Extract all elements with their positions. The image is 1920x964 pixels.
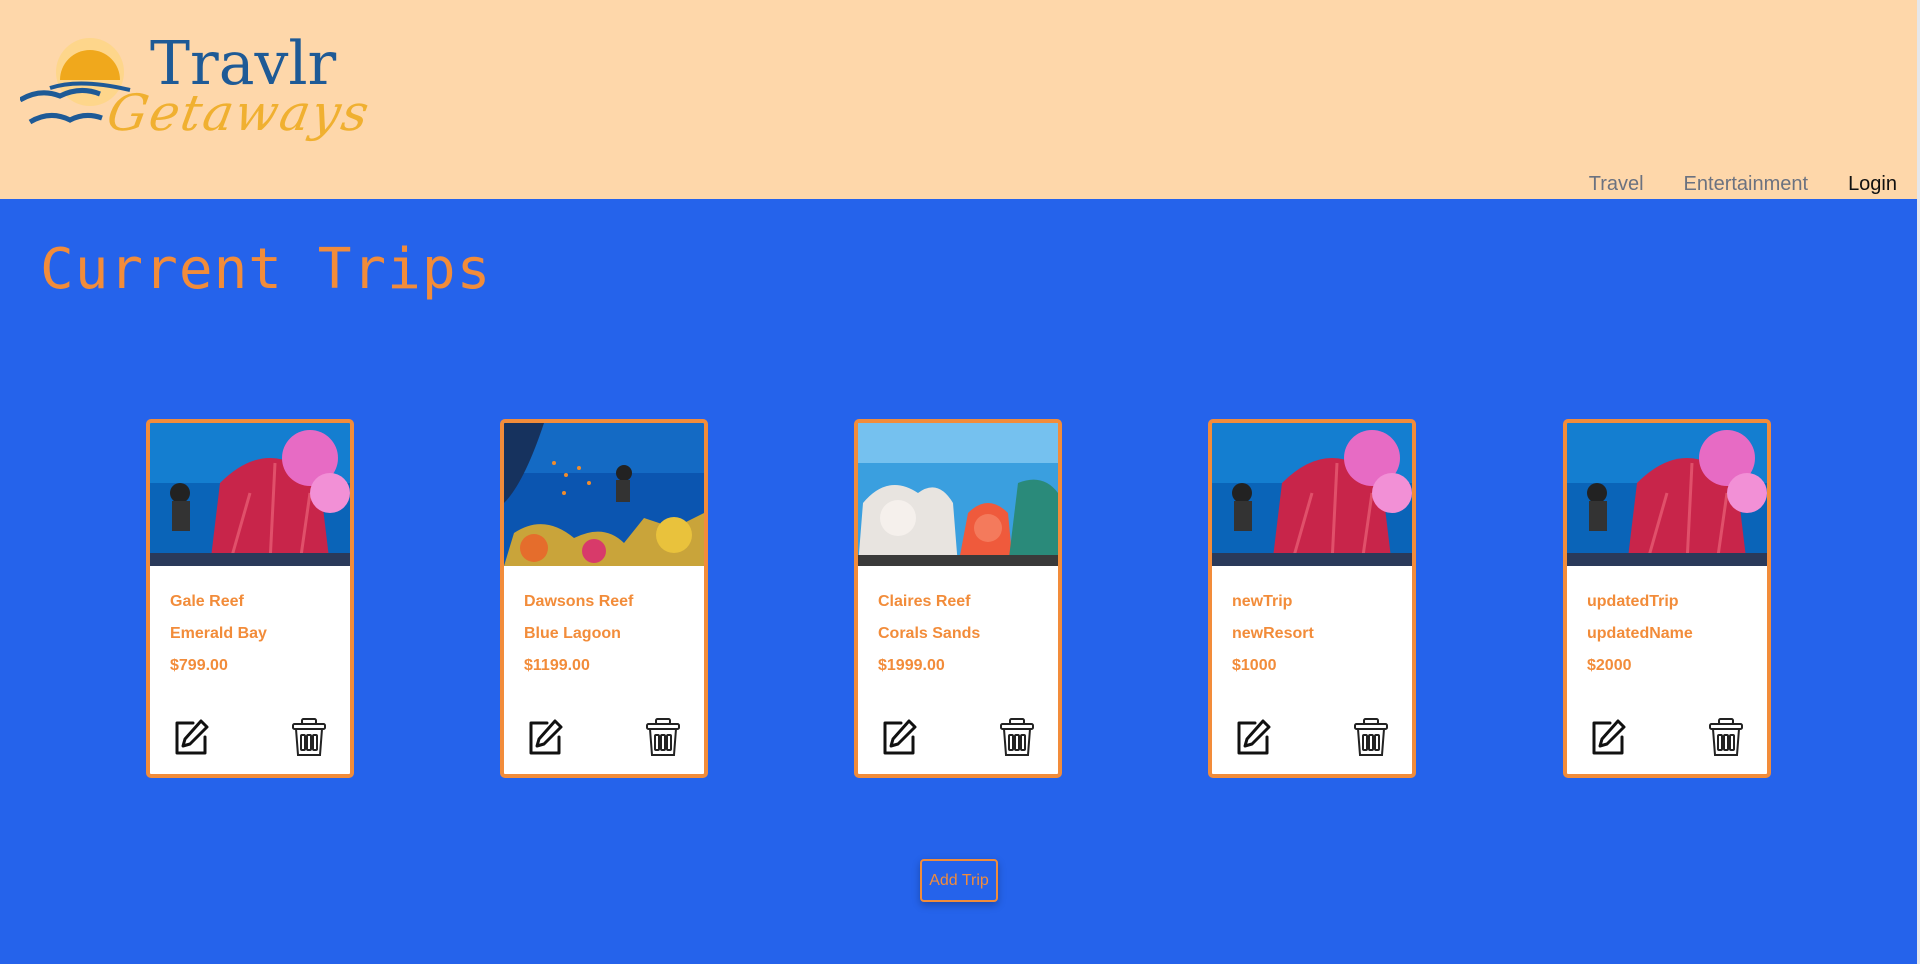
trip-card: Dawsons Reef Blue Lagoon $1199.00	[500, 419, 708, 778]
trip-actions	[170, 715, 330, 759]
nav-entertainment[interactable]: Entertainment	[1684, 173, 1809, 196]
edit-icon[interactable]	[878, 715, 920, 759]
edit-icon[interactable]	[1587, 715, 1629, 759]
nav-login[interactable]: Login	[1848, 173, 1897, 196]
nav-travel[interactable]: Travel	[1589, 173, 1644, 196]
trash-icon[interactable]	[642, 715, 684, 759]
trip-actions	[878, 715, 1038, 759]
trip-price: $1199.00	[524, 657, 590, 674]
trip-image	[1567, 423, 1767, 566]
edit-icon[interactable]	[524, 715, 566, 759]
trash-icon[interactable]	[1705, 715, 1747, 759]
trip-actions	[524, 715, 684, 759]
trip-resort: newResort	[1232, 625, 1314, 642]
trash-icon[interactable]	[1350, 715, 1392, 759]
trip-name: Dawsons Reef	[524, 593, 634, 610]
edit-icon[interactable]	[170, 715, 212, 759]
trip-price: $799.00	[170, 657, 228, 674]
travlr-getaways-logo[interactable]: Travlr Getaways	[20, 30, 390, 155]
page-title: Current Trips	[40, 237, 492, 302]
trip-image	[858, 423, 1058, 566]
add-trip-button[interactable]: Add Trip	[920, 859, 998, 902]
trip-card: newTrip newResort $1000	[1208, 419, 1416, 778]
trash-icon[interactable]	[996, 715, 1038, 759]
main-nav: Travel Entertainment Login	[1589, 173, 1897, 196]
trip-name: Claires Reef	[878, 593, 971, 610]
trip-image	[150, 423, 350, 566]
trip-resort: updatedName	[1587, 625, 1693, 642]
site-header: Travlr Getaways Travel Entertainment Log…	[0, 0, 1920, 199]
edit-icon[interactable]	[1232, 715, 1274, 759]
trip-name: Gale Reef	[170, 593, 244, 610]
trip-resort: Blue Lagoon	[524, 625, 621, 642]
trip-resort: Corals Sands	[878, 625, 981, 642]
trip-actions	[1232, 715, 1392, 759]
trip-name: updatedTrip	[1587, 593, 1679, 610]
trip-card: Claires Reef Corals Sands $1999.00	[854, 419, 1062, 778]
trip-price: $1000	[1232, 657, 1277, 674]
trip-price: $1999.00	[878, 657, 945, 674]
trip-name: newTrip	[1232, 593, 1293, 610]
trip-image	[504, 423, 704, 566]
trip-image	[1212, 423, 1412, 566]
trip-card: Gale Reef Emerald Bay $799.00	[146, 419, 354, 778]
trip-actions	[1587, 715, 1747, 759]
trash-icon[interactable]	[288, 715, 330, 759]
trip-card: updatedTrip updatedName $2000	[1563, 419, 1771, 778]
trip-price: $2000	[1587, 657, 1632, 674]
logo-text-getaways: Getaways	[102, 84, 376, 142]
trip-resort: Emerald Bay	[170, 625, 267, 642]
